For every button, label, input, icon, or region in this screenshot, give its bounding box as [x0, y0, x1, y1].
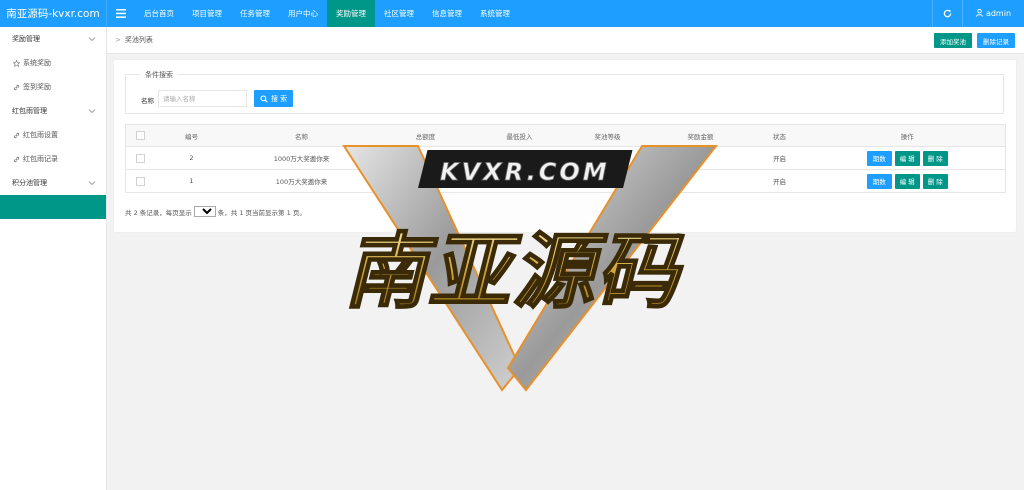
periods-button[interactable]: 期数 — [866, 173, 892, 189]
page-size-select[interactable]: 20 — [193, 206, 216, 217]
pager-suffix: 条，共 1 页当前显示第 1 页。 — [217, 208, 306, 217]
user-icon — [976, 8, 983, 19]
sidebar-group-points-pool[interactable]: 积分池管理 — [0, 171, 106, 195]
name-search-input[interactable] — [158, 90, 247, 107]
sidebar-item-label: 红包雨记录 — [23, 155, 58, 163]
nav-projects[interactable]: 项目管理 — [183, 0, 231, 27]
watermark-top-text: KVXR.COM — [440, 158, 610, 186]
link-icon — [13, 132, 20, 138]
row-checkbox[interactable] — [136, 153, 146, 163]
nav-users[interactable]: 用户中心 — [279, 0, 327, 27]
search-button[interactable]: 搜 索 — [254, 90, 293, 107]
nav-home[interactable]: 后台首页 — [135, 0, 183, 27]
sidebar-item-label: 签到奖励 — [23, 83, 51, 91]
pagination-info: 共 2 条记录，每页显示 20 条，共 1 页当前显示第 1 页。 — [125, 206, 306, 217]
sidebar-item-redpacket-records[interactable]: 红包雨记录 — [0, 147, 106, 171]
breadcrumb-current[interactable]: 奖池列表 — [125, 35, 153, 45]
top-navbar: 南亚源码-kvxr.com 后台首页 项目管理 任务管理 用户中心 奖励管理 社… — [0, 0, 1024, 27]
select-all-cell — [125, 124, 156, 147]
chevron-down-icon — [88, 109, 96, 114]
brand-title[interactable]: 南亚源码-kvxr.com — [0, 0, 107, 27]
breadcrumb-separator-icon: > — [115, 36, 121, 44]
sidebar-item-redpacket-settings[interactable]: 红包雨设置 — [0, 123, 106, 147]
search-icon — [260, 94, 268, 103]
nav-tasks[interactable]: 任务管理 — [231, 0, 279, 27]
hamburger-icon[interactable] — [107, 0, 135, 27]
cell-actions: 期数编 辑删 除 — [809, 169, 1006, 193]
search-panel: 条件搜索 名称 搜 索 — [125, 70, 1004, 114]
nav-info[interactable]: 信息管理 — [423, 0, 471, 27]
cell-id: 2 — [155, 146, 228, 170]
watermark-logo: KVXR.COM 南亚源码 — [342, 145, 719, 392]
chevron-down-icon — [88, 37, 96, 42]
sidebar-item-label: 红包雨设置 — [23, 131, 58, 139]
sidebar-item-system-reward[interactable]: 系统奖励 — [0, 51, 106, 75]
nav-system[interactable]: 系统管理 — [471, 0, 519, 27]
row-checkbox[interactable] — [136, 176, 146, 186]
user-name: admin — [985, 9, 1012, 18]
sidebar: 奖励管理 系统奖励 签到奖励 红包雨管理 红包雨设置 红包雨记录 积分池管理 — [0, 27, 107, 490]
sidebar-group-label: 红包雨管理 — [12, 107, 47, 115]
delete-records-button[interactable]: 删除记录 — [977, 33, 1015, 48]
name-label: 名称 — [141, 97, 154, 105]
sidebar-group-label: 积分池管理 — [12, 179, 47, 187]
sidebar-group-redpacket[interactable]: 红包雨管理 — [0, 99, 106, 123]
select-all-checkbox[interactable] — [136, 131, 146, 140]
delete-button[interactable]: 删 除 — [922, 173, 948, 189]
delete-button[interactable]: 删 除 — [922, 150, 948, 166]
search-legend: 条件搜索 — [140, 70, 178, 80]
star-icon — [13, 59, 20, 67]
sidebar-group-label: 奖励管理 — [12, 35, 40, 43]
search-button-label: 搜 索 — [270, 94, 288, 103]
edit-button[interactable]: 编 辑 — [894, 150, 920, 166]
add-pool-button[interactable]: 添加奖池 — [934, 33, 972, 48]
cell-status: 开启 — [749, 146, 810, 170]
watermark-main-text: 南亚源码 — [344, 225, 684, 320]
row-select-cell — [125, 146, 156, 170]
nav-community[interactable]: 社区管理 — [375, 0, 423, 27]
column-header: 编号 — [155, 124, 228, 147]
refresh-icon[interactable] — [932, 0, 962, 27]
breadcrumb: > 奖池列表 添加奖池 删除记录 — [107, 27, 1024, 54]
column-header: 操作 — [809, 124, 1006, 147]
sidebar-item-active[interactable] — [0, 195, 106, 219]
user-menu[interactable]: admin — [962, 0, 1024, 27]
sidebar-group-rewards[interactable]: 奖励管理 — [0, 27, 106, 51]
row-select-cell — [125, 169, 156, 193]
edit-button[interactable]: 编 辑 — [894, 173, 920, 189]
nav-rewards[interactable]: 奖励管理 — [327, 0, 375, 27]
link-icon — [13, 84, 20, 90]
cell-status: 开启 — [749, 169, 810, 193]
column-header: 状态 — [749, 124, 810, 147]
pager-prefix: 共 2 条记录，每页显示 — [125, 208, 192, 217]
periods-button[interactable]: 期数 — [866, 150, 892, 166]
chevron-down-icon — [88, 181, 96, 186]
link-icon — [13, 156, 20, 162]
cell-actions: 期数编 辑删 除 — [809, 146, 1006, 170]
sidebar-item-signin-reward[interactable]: 签到奖励 — [0, 75, 106, 99]
sidebar-item-label: 系统奖励 — [23, 59, 51, 67]
cell-id: 1 — [155, 169, 228, 193]
